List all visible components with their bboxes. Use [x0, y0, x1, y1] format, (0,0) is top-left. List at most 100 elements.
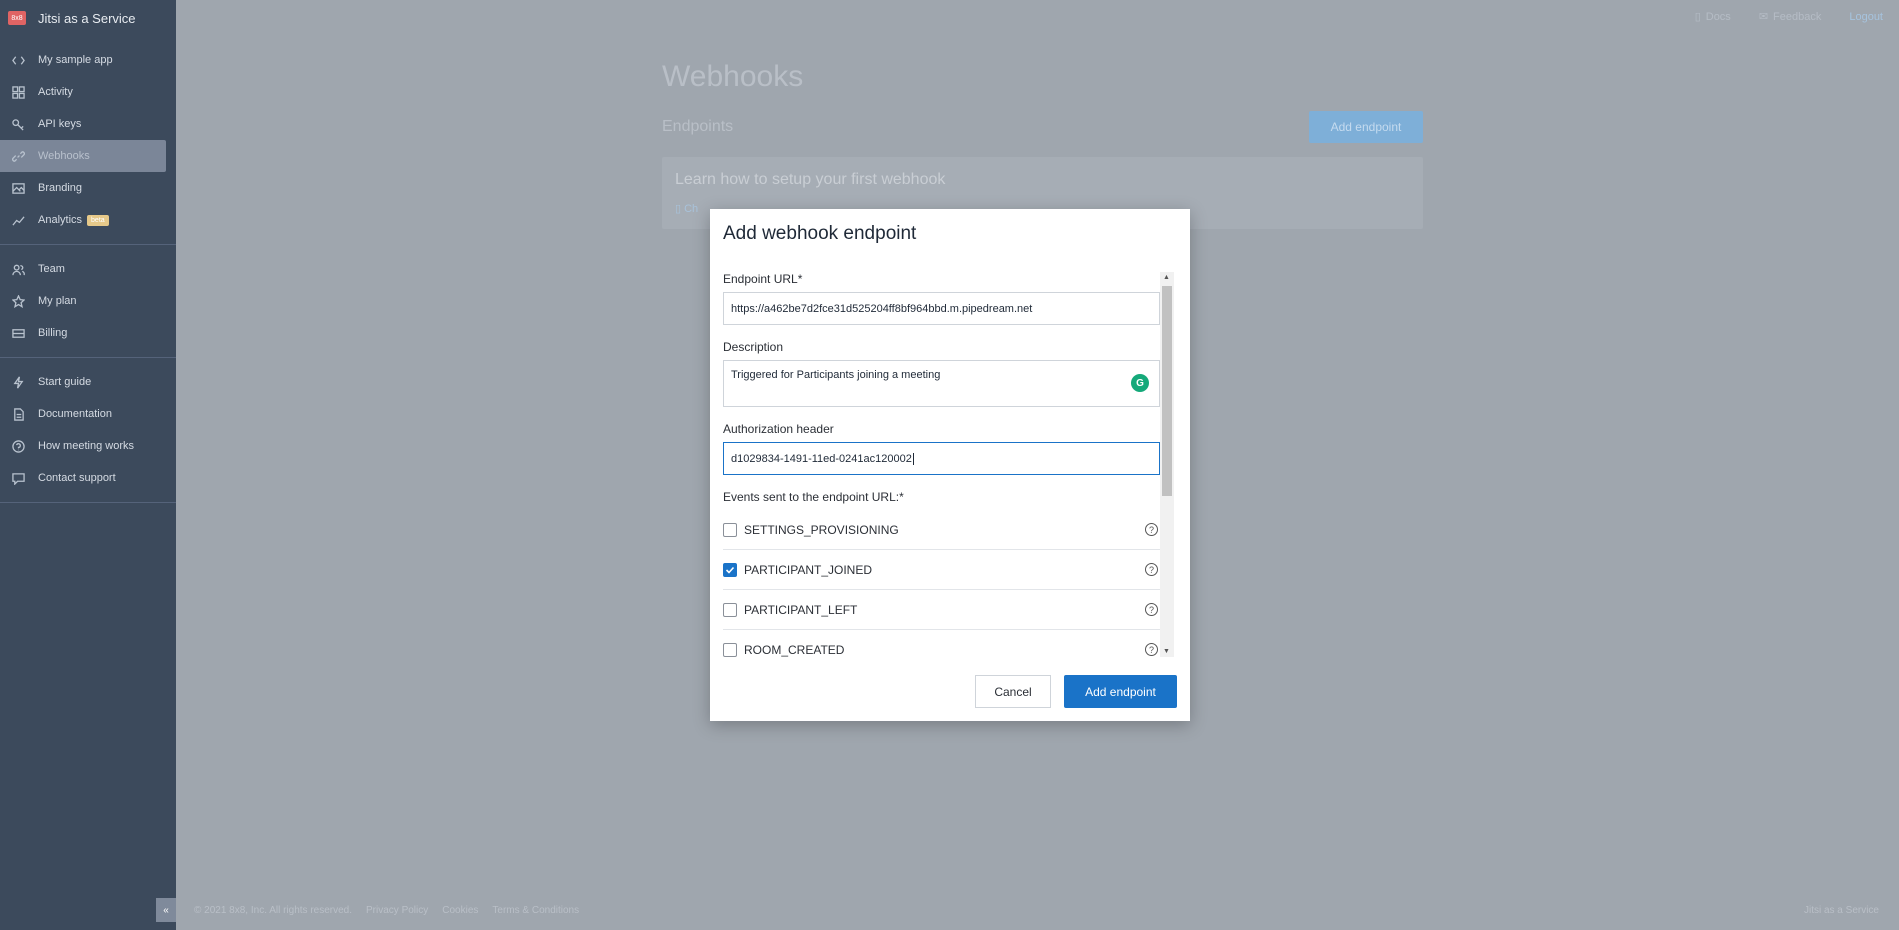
- help-icon[interactable]: ?: [1145, 563, 1158, 576]
- terms-link[interactable]: Terms & Conditions: [492, 905, 579, 916]
- authorization-header-input[interactable]: d1029834-1491-11ed-0241ac120002: [723, 442, 1160, 475]
- event-participant-joined: PARTICIPANT_JOINED ?: [723, 550, 1160, 590]
- sidebar: 8x8 Jitsi as a Service My sample app Act…: [0, 0, 176, 930]
- learn-title: Learn how to setup your first webhook: [675, 171, 946, 188]
- grammarly-icon[interactable]: G: [1131, 374, 1149, 392]
- chat-icon: [10, 471, 26, 485]
- sidebar-item-billing[interactable]: Billing: [0, 317, 166, 349]
- scrollbar-thumb[interactable]: [1162, 286, 1172, 496]
- sidebar-item-label: My sample app: [38, 54, 113, 66]
- event-settings-provisioning: SETTINGS_PROVISIONING ?: [723, 510, 1160, 550]
- chart-icon: [10, 213, 26, 227]
- sidebar-item-label: Contact support: [38, 472, 116, 484]
- description-label: Description: [723, 340, 784, 354]
- event-room-created: ROOM_CREATED ?: [723, 630, 1160, 657]
- nav-group-account: Team My plan Billing: [0, 245, 176, 358]
- sidebar-item-contact-support[interactable]: Contact support: [0, 462, 166, 494]
- events-list: SETTINGS_PROVISIONING ? PARTICIPANT_JOIN…: [723, 510, 1176, 657]
- description-textarea[interactable]: Triggered for Participants joining a mee…: [723, 360, 1160, 407]
- sidebar-item-how-meeting-works[interactable]: How meeting works: [0, 430, 166, 462]
- section-title: Endpoints: [662, 118, 734, 135]
- modal-form: Endpoint URL* https://a462be7d2fce31d525…: [723, 272, 1176, 657]
- sidebar-item-label: How meeting works: [38, 440, 134, 452]
- sidebar-item-label: Documentation: [38, 408, 112, 420]
- image-icon: [10, 181, 26, 195]
- help-icon[interactable]: ?: [1145, 643, 1158, 656]
- feedback-label: Feedback: [1773, 10, 1822, 23]
- scroll-down-arrow-icon[interactable]: ▼: [1163, 648, 1170, 655]
- description-value: Triggered for Participants joining a mee…: [731, 369, 941, 381]
- cancel-button[interactable]: Cancel: [975, 675, 1051, 708]
- code-icon: [10, 53, 26, 67]
- sidebar-item-activity[interactable]: Activity: [0, 76, 166, 108]
- sidebar-item-branding[interactable]: Branding: [0, 172, 166, 204]
- event-checkbox[interactable]: [723, 522, 737, 537]
- logout-link[interactable]: Logout: [1849, 10, 1883, 23]
- sidebar-item-webhooks[interactable]: Webhooks: [0, 140, 166, 172]
- sidebar-item-analytics[interactable]: Analytics beta: [0, 204, 166, 236]
- add-endpoint-button-page[interactable]: Add endpoint: [1309, 111, 1423, 143]
- help-icon: [10, 439, 26, 453]
- doc-icon: ▯: [1694, 11, 1701, 23]
- event-label: PARTICIPANT_JOINED: [744, 562, 873, 577]
- event-checkbox[interactable]: [723, 602, 737, 617]
- doc-icon: ▯: [675, 203, 685, 215]
- sidebar-item-label: Branding: [38, 182, 83, 194]
- collapse-sidebar-button[interactable]: «: [156, 898, 176, 922]
- brand-logo: 8x8: [8, 11, 26, 25]
- endpoint-url-input[interactable]: https://a462be7d2fce31d525204ff8bf964bbd…: [723, 292, 1160, 325]
- sidebar-item-label: My plan: [38, 295, 77, 307]
- card-icon: [10, 326, 26, 340]
- sidebar-item-my-plan[interactable]: My plan: [0, 285, 166, 317]
- event-checkbox[interactable]: [723, 562, 737, 577]
- text-caret: [912, 452, 914, 465]
- sidebar-item-label: API keys: [38, 118, 82, 130]
- checkmark-icon: [725, 566, 735, 574]
- page-title: Webhooks: [662, 60, 804, 93]
- event-label: PARTICIPANT_LEFT: [744, 602, 858, 617]
- cookies-link[interactable]: Cookies: [442, 905, 478, 916]
- team-icon: [10, 262, 26, 276]
- event-label: SETTINGS_PROVISIONING: [744, 522, 899, 537]
- beta-badge: beta: [87, 214, 109, 226]
- auth-block: Authorization header d1029834-1491-11ed-…: [723, 422, 1176, 475]
- add-endpoint-button[interactable]: Add endpoint: [1064, 675, 1177, 708]
- mail-icon: ✉: [1758, 11, 1769, 23]
- copyright: © 2021 8x8, Inc. All rights reserved.: [194, 905, 353, 916]
- learn-link[interactable]: ▯ Ch: [675, 202, 698, 215]
- events-label: Events sent to the endpoint URL:*: [723, 490, 904, 504]
- sidebar-item-my-sample-app[interactable]: My sample app: [0, 44, 166, 76]
- sidebar-item-label: Billing: [38, 327, 68, 339]
- doc-icon: [10, 407, 26, 421]
- app-title: Jitsi as a Service: [38, 10, 136, 26]
- scroll-up-arrow-icon[interactable]: ▲: [1163, 274, 1170, 281]
- docs-link[interactable]: ▯ Docs: [1694, 10, 1731, 24]
- sidebar-item-api-keys[interactable]: API keys: [0, 108, 166, 140]
- event-checkbox[interactable]: [723, 642, 737, 657]
- sidebar-item-label: Webhooks: [38, 150, 90, 162]
- learn-link-label: Ch: [684, 203, 699, 215]
- help-icon[interactable]: ?: [1145, 523, 1158, 536]
- brand[interactable]: 8x8 Jitsi as a Service: [0, 0, 176, 36]
- sidebar-item-team[interactable]: Team: [0, 253, 166, 285]
- sidebar-item-label: Activity: [38, 86, 73, 98]
- event-participant-left: PARTICIPANT_LEFT ?: [723, 590, 1160, 630]
- sidebar-item-label: Start guide: [38, 376, 92, 388]
- modal-scrollbar[interactable]: ▲ ▼: [1160, 272, 1174, 657]
- grid-icon: [10, 85, 26, 99]
- endpoint-block: Endpoint URL* https://a462be7d2fce31d525…: [723, 272, 1176, 325]
- event-label: ROOM_CREATED: [744, 642, 845, 657]
- modal-title: Add webhook endpoint: [723, 223, 917, 244]
- link-icon: [10, 149, 26, 163]
- nav-group-main: My sample app Activity API keys Webhooks…: [0, 36, 176, 245]
- endpoint-url-label: Endpoint URL*: [723, 272, 803, 286]
- bolt-icon: [10, 375, 26, 389]
- sidebar-item-documentation[interactable]: Documentation: [0, 398, 166, 430]
- help-icon[interactable]: ?: [1145, 603, 1158, 616]
- sidebar-item-start-guide[interactable]: Start guide: [0, 366, 166, 398]
- privacy-link[interactable]: Privacy Policy: [366, 905, 428, 916]
- description-block: Description Triggered for Participants j…: [723, 340, 1176, 407]
- footer-brand: Jitsi as a Service: [1803, 905, 1879, 916]
- authorization-header-label: Authorization header: [723, 422, 834, 436]
- feedback-link[interactable]: ✉ Feedback: [1758, 10, 1822, 24]
